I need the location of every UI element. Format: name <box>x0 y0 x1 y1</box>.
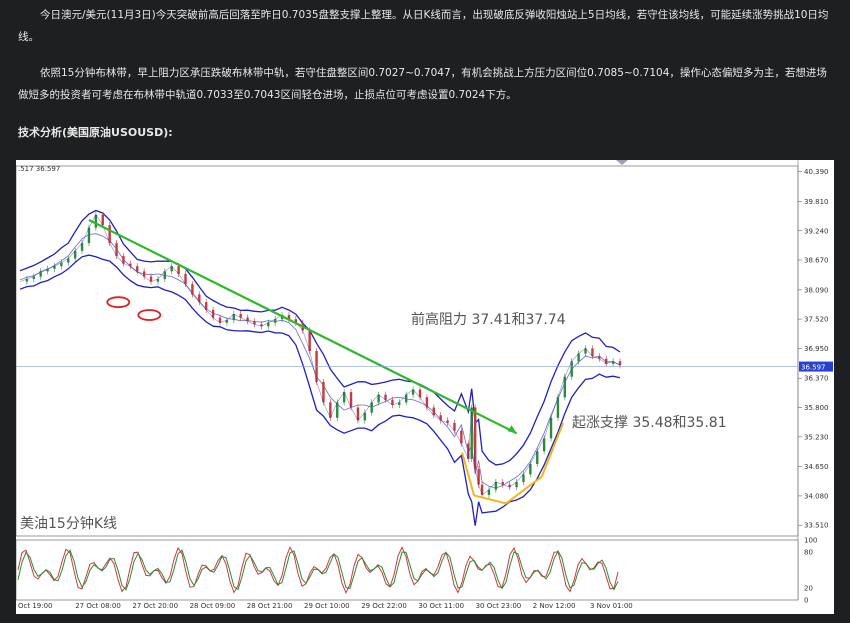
oscillator-tick-label: 100 <box>804 537 817 545</box>
price-plot-frame <box>16 165 799 537</box>
x-tick-label: 27 Oct 20:00 <box>132 602 178 610</box>
paragraph-1: 今日澳元/美元(11月3日)今天突破前高后回落至昨日0.7035盘整支撑上整理。… <box>18 9 829 43</box>
y-tick-label: 36.370 <box>804 375 829 383</box>
y-tick-label: 33.510 <box>804 522 829 530</box>
oscillator-tick-label: 80 <box>804 549 813 557</box>
x-tick-label: 3 Nov 01:00 <box>590 602 633 610</box>
y-tick-label: 38.670 <box>804 257 829 265</box>
candle-body <box>477 469 480 485</box>
oscillator-tick-label: 20 <box>804 585 813 593</box>
resistance-annotation: 前高阻力 37.41和37.74 <box>411 311 566 328</box>
x-tick-label: 29 Oct 10:00 <box>304 602 350 610</box>
y-tick-label: 35.230 <box>804 433 829 441</box>
x-tick-label: 28 Oct 21:00 <box>247 602 293 610</box>
x-tick-label: 28 Oct 09:00 <box>190 602 236 610</box>
instrument-label: 美油15分钟K线 <box>20 515 117 532</box>
oscillator-tick-label: 0 <box>804 597 808 605</box>
time-axis: Oct 19:00 27 Oct 08:00 27 Oct 20:00 28 Oct … <box>18 602 633 610</box>
x-tick-label: 29 Oct 22:00 <box>361 602 407 610</box>
x-tick-label: 30 Oct 23:00 <box>476 602 522 610</box>
paragraph-2: 依照15分钟布林带，早上阻力区承压跌破布林带中轨，若守住盘整区间0.7027~0… <box>18 67 827 101</box>
support-annotation: 起涨支撑 35.48和35.81 <box>572 415 727 431</box>
price-grid <box>16 160 799 600</box>
y-tick-label: 34.080 <box>804 492 829 500</box>
y-tick-label: 38.090 <box>804 286 829 294</box>
candle-body <box>480 484 484 495</box>
oscillator-frame <box>16 539 799 601</box>
scroll-marker-icon <box>616 160 628 165</box>
x-tick-label: 30 Oct 11:00 <box>418 602 464 610</box>
oscillator-panel: 100 80 20 0 <box>16 537 817 605</box>
y-tick-label: 34.650 <box>804 463 829 471</box>
section-heading: 技术分析(美国原油USOUSD): <box>18 126 173 139</box>
current-price-label: 36.597 <box>801 364 826 372</box>
x-tick-label: 2 Nov 12:00 <box>533 602 576 610</box>
candle-body <box>473 407 477 470</box>
y-tick-label: 37.520 <box>804 316 829 324</box>
y-tick-label: 36.950 <box>804 345 829 353</box>
y-tick-label: 39.810 <box>804 198 829 206</box>
chart-svg: .517 36.597 40.390 39.810 39.240 38.670 38.0… <box>16 160 833 610</box>
x-tick-label: 27 Oct 08:00 <box>75 602 121 610</box>
y-tick-label: 40.390 <box>804 168 829 176</box>
y-tick-label: 35.800 <box>804 404 829 412</box>
y-tick-label: 39.240 <box>804 227 829 235</box>
x-tick-label: Oct 19:00 <box>18 602 53 610</box>
candle-body <box>470 407 473 459</box>
chart-header-values: .517 36.597 <box>18 165 60 173</box>
price-chart: .517 36.597 40.390 39.810 39.240 38.670 38.0… <box>16 160 834 614</box>
